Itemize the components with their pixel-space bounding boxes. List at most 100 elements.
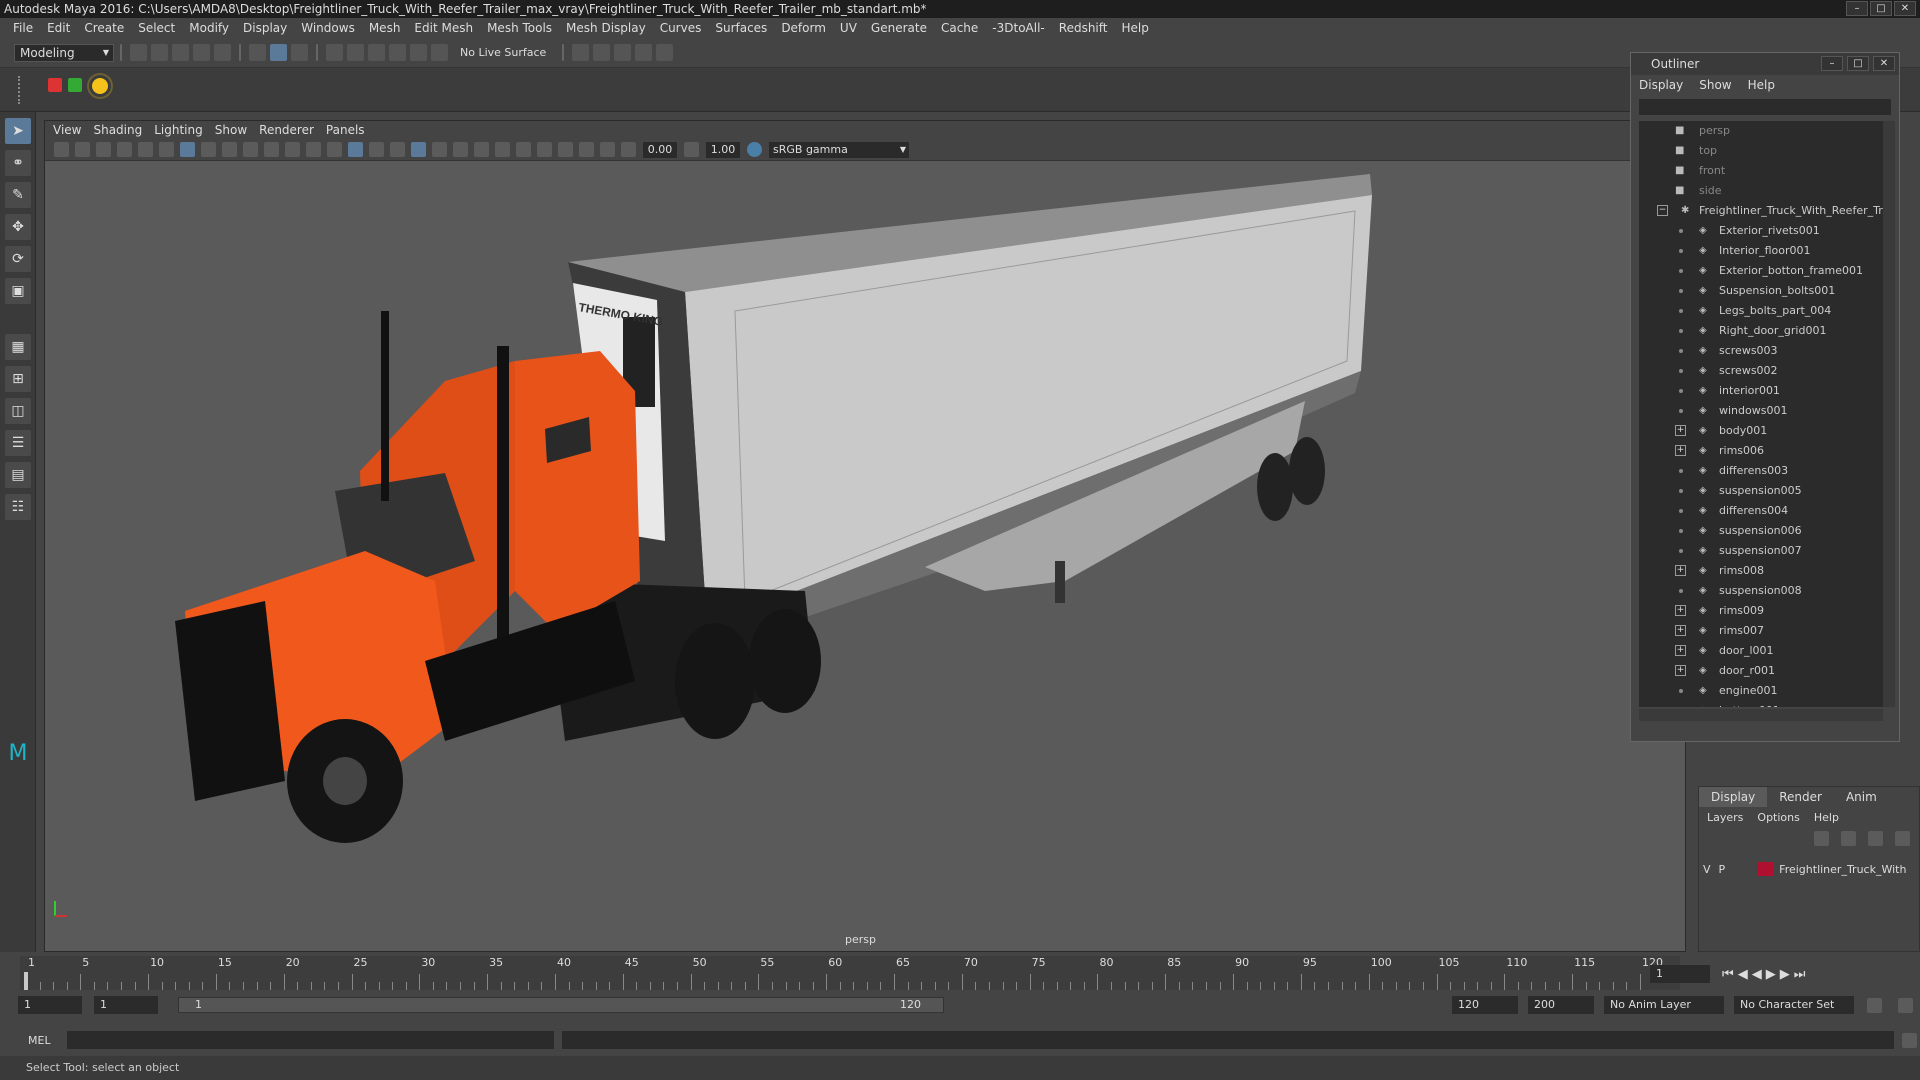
range-slider[interactable]: 1 120	[178, 997, 944, 1013]
gamma-field[interactable]: 1.00	[706, 141, 740, 158]
use-lights-icon[interactable]	[432, 142, 447, 157]
new-layer-selected-icon[interactable]	[1895, 831, 1910, 846]
outliner-item-row[interactable]: + ◈ rims006	[1639, 441, 1883, 461]
scale-tool-icon[interactable]: ▣	[5, 278, 31, 304]
safe-title-icon[interactable]	[306, 142, 321, 157]
outliner-item-row[interactable]: + ◈ door_l001	[1639, 641, 1883, 661]
xray-components-icon[interactable]	[600, 142, 615, 157]
film-gate-icon[interactable]	[201, 142, 216, 157]
shadows-icon[interactable]	[453, 142, 468, 157]
vp-menu-lighting[interactable]: Lighting	[154, 123, 203, 137]
current-frame-field[interactable]: 1	[1650, 965, 1710, 983]
shelf-red-icon[interactable]	[48, 78, 62, 92]
vp-menu-show[interactable]: Show	[215, 123, 247, 137]
anti-alias-icon[interactable]	[516, 142, 531, 157]
render-view-icon[interactable]	[572, 44, 590, 61]
close-button[interactable]: ✕	[1894, 1, 1916, 16]
redo-icon[interactable]	[214, 44, 231, 61]
menu-display[interactable]: Display	[236, 21, 294, 35]
outliner-menu-help[interactable]: Help	[1748, 78, 1775, 92]
layer-row[interactable]: V P Freightliner_Truck_With	[1703, 859, 1917, 879]
tab-display[interactable]: Display	[1699, 787, 1768, 807]
outliner-item-row[interactable]: ◈ suspension008	[1639, 581, 1883, 601]
2d-pan-icon[interactable]	[138, 142, 153, 157]
outliner-item-row[interactable]: ◈ engine001	[1639, 681, 1883, 701]
minimize-button[interactable]: –	[1846, 1, 1868, 16]
current-time-marker[interactable]	[24, 972, 28, 990]
expand-icon[interactable]: +	[1675, 645, 1686, 656]
exposure-field[interactable]: 0.00	[643, 141, 677, 158]
anim-layer-dropdown[interactable]: No Anim Layer	[1604, 996, 1724, 1014]
outliner-close-button[interactable]: ✕	[1873, 56, 1895, 71]
outliner-camera-row[interactable]: ■ persp	[1639, 121, 1883, 141]
vp-menu-panels[interactable]: Panels	[326, 123, 365, 137]
script-editor-icon[interactable]	[1902, 1032, 1917, 1048]
outliner-item-row[interactable]: ◈ suspension005	[1639, 481, 1883, 501]
outliner-item-row[interactable]: ◈ Exterior_botton_frame001	[1639, 261, 1883, 281]
exposure-icon[interactable]	[621, 142, 636, 157]
snap-point-icon[interactable]	[368, 44, 385, 61]
menu-mesh-tools[interactable]: Mesh Tools	[480, 21, 559, 35]
shelf-green-icon[interactable]	[68, 78, 82, 92]
outliner-item-row[interactable]: ◈ Legs_bolts_part_004	[1639, 301, 1883, 321]
smooth-shade-icon[interactable]	[348, 142, 363, 157]
color-space-dropdown[interactable]: sRGB gamma	[769, 141, 909, 158]
move-tool-icon[interactable]: ✥	[5, 214, 31, 240]
layout-misc-icon[interactable]: ☷	[5, 494, 31, 520]
shelf-handle-icon[interactable]	[18, 76, 28, 104]
menu-modify[interactable]: Modify	[182, 21, 236, 35]
field-chart-icon[interactable]	[264, 142, 279, 157]
layout-four-icon[interactable]: ⊞	[5, 366, 31, 392]
lasso-tool-icon[interactable]: ⚭	[5, 150, 31, 176]
character-set-dropdown[interactable]: No Character Set	[1734, 996, 1854, 1014]
layer-menu-layers[interactable]: Layers	[1707, 811, 1743, 824]
menu-mesh-display[interactable]: Mesh Display	[559, 21, 653, 35]
menu-select[interactable]: Select	[131, 21, 182, 35]
layer-visible-toggle[interactable]: V	[1703, 863, 1711, 876]
ipr-render-icon[interactable]	[614, 44, 632, 61]
outliner-item-row[interactable]: ◈ interior001	[1639, 381, 1883, 401]
camera-lock-icon[interactable]	[75, 142, 90, 157]
outliner-list[interactable]: ■ persp ■ top ■ front ■ side − ✱ Freightliner_Truc…	[1639, 121, 1883, 707]
layer-menu-help[interactable]: Help	[1814, 811, 1839, 824]
gamma-icon[interactable]	[684, 142, 699, 157]
ambient-occlusion-icon[interactable]	[474, 142, 489, 157]
resolution-gate-icon[interactable]	[222, 142, 237, 157]
menu-surfaces[interactable]: Surfaces	[708, 21, 774, 35]
outliner-search-field[interactable]	[1639, 99, 1891, 115]
menu-3dtoall[interactable]: -3DtoAll-	[985, 21, 1051, 35]
motion-blur-icon[interactable]	[495, 142, 510, 157]
layout-outliner-icon[interactable]: ☰	[5, 430, 31, 456]
textured-icon[interactable]	[411, 142, 426, 157]
menu-redshift[interactable]: Redshift	[1052, 21, 1115, 35]
viewport-panel[interactable]: View Shading Lighting Show Renderer Pane…	[44, 120, 1686, 952]
playback-start-field[interactable]: 1	[94, 996, 158, 1014]
vp-menu-view[interactable]: View	[53, 123, 81, 137]
outliner-camera-row[interactable]: ■ side	[1639, 181, 1883, 201]
snap-view-icon[interactable]	[389, 44, 406, 61]
menu-edit-mesh[interactable]: Edit Mesh	[407, 21, 480, 35]
outliner-item-row[interactable]: + ◈ door_r001	[1639, 661, 1883, 681]
time-slider[interactable]: 1 5 10 15 20 25 30 35 40 45 50 55 60 65 70 75 80 85 90 95 10…	[20, 956, 1680, 990]
new-layer-icon[interactable]	[1868, 831, 1883, 846]
snap-live-icon[interactable]	[431, 44, 448, 61]
save-scene-icon[interactable]	[172, 44, 189, 61]
snap-surface-icon[interactable]	[410, 44, 427, 61]
outliner-item-row[interactable]: + ◈ rims007	[1639, 621, 1883, 641]
menu-curves[interactable]: Curves	[653, 21, 709, 35]
outliner-camera-row[interactable]: ■ front	[1639, 161, 1883, 181]
outliner-menu-show[interactable]: Show	[1699, 78, 1731, 92]
outliner-item-row[interactable]: ◈ Suspension_bolts001	[1639, 281, 1883, 301]
new-scene-icon[interactable]	[130, 44, 147, 61]
wireframe-icon[interactable]	[327, 142, 342, 157]
image-plane-icon[interactable]	[117, 142, 132, 157]
outliner-item-row[interactable]: + ◈ rims009	[1639, 601, 1883, 621]
menu-edit[interactable]: Edit	[40, 21, 77, 35]
preferences-icon[interactable]	[1898, 997, 1913, 1013]
playback-buttons-icon[interactable]: ⏮◀◀▶▶⏭	[1722, 967, 1809, 982]
xray-icon[interactable]	[390, 142, 405, 157]
outliner-item-row[interactable]: ◈ bottom001	[1639, 701, 1883, 707]
tab-render[interactable]: Render	[1767, 787, 1834, 807]
open-scene-icon[interactable]	[151, 44, 168, 61]
outliner-maximize-button[interactable]: □	[1847, 56, 1869, 71]
